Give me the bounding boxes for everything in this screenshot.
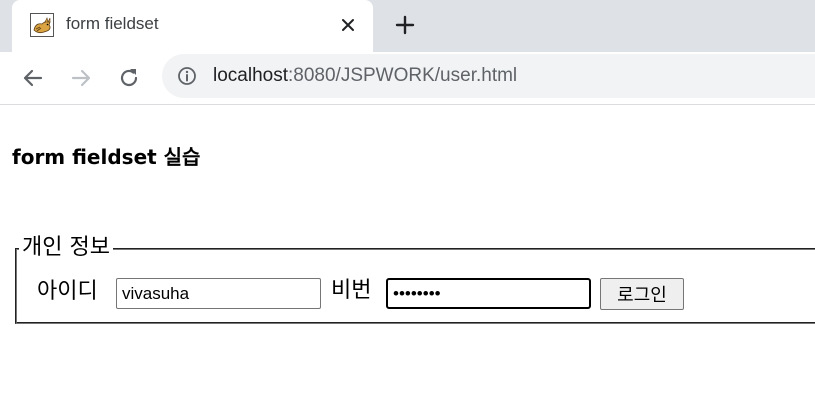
- tab-title: form fieldset: [66, 14, 159, 33]
- url-text: localhost:8080/JSPWORK/user.html: [213, 65, 517, 87]
- url-host: localhost: [213, 65, 288, 86]
- id-label: 아이디: [37, 279, 98, 304]
- tomcat-cat-icon: [30, 13, 54, 37]
- id-input[interactable]: [116, 278, 321, 309]
- arrow-right-icon[interactable]: [68, 65, 94, 91]
- plus-icon[interactable]: [393, 13, 417, 37]
- login-button[interactable]: 로그인: [600, 278, 684, 310]
- close-icon[interactable]: [337, 14, 359, 36]
- reload-icon[interactable]: [116, 65, 142, 91]
- arrow-left-icon[interactable]: [20, 65, 46, 91]
- password-label: 비번: [331, 278, 372, 303]
- address-bar[interactable]: localhost:8080/JSPWORK/user.html: [162, 54, 815, 98]
- info-circle-icon[interactable]: [177, 66, 197, 86]
- url-path: :8080/JSPWORK/user.html: [288, 65, 518, 86]
- browser-window: form fieldset localhost:8080/JSPWORK/use…: [0, 0, 815, 418]
- browser-tab[interactable]: form fieldset: [12, 0, 373, 52]
- toolbar: localhost:8080/JSPWORK/user.html: [0, 52, 815, 105]
- page-title: form fieldset 실습: [12, 145, 201, 169]
- password-input[interactable]: [386, 278, 591, 309]
- tab-strip: form fieldset: [0, 0, 815, 52]
- fieldset-legend: 개인 정보: [19, 234, 113, 262]
